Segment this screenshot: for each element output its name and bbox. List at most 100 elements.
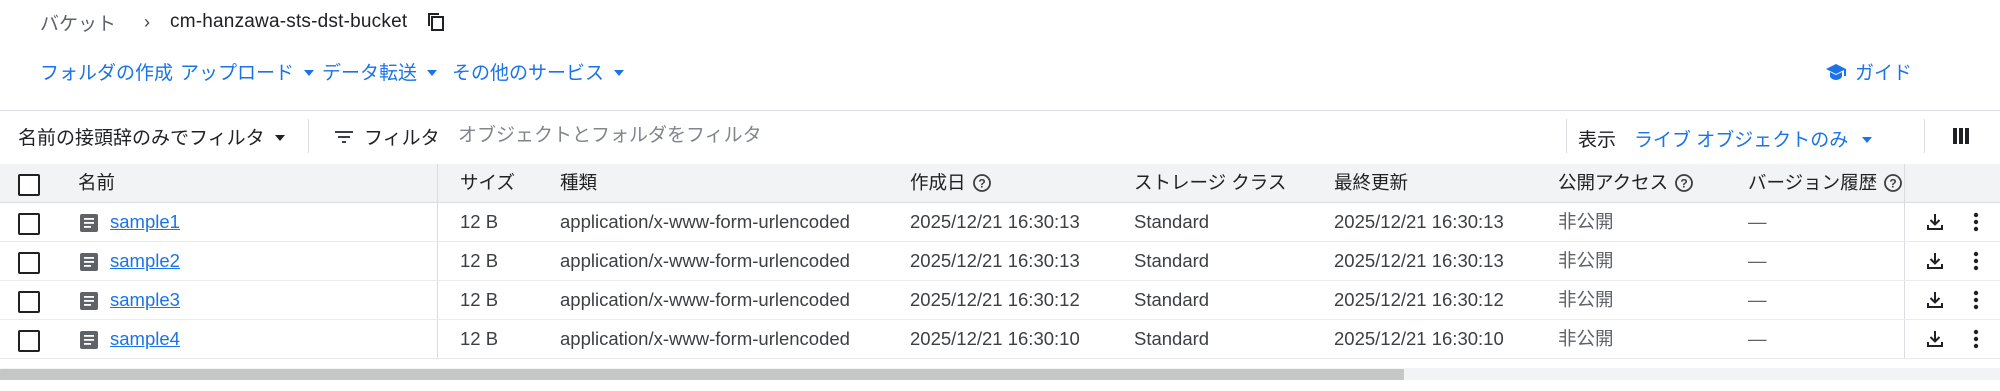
file-icon bbox=[79, 213, 99, 233]
filter-input[interactable] bbox=[456, 119, 1060, 153]
object-name-link[interactable]: sample2 bbox=[110, 242, 180, 280]
object-version-history: — bbox=[1748, 250, 1767, 271]
filter-separator bbox=[308, 119, 309, 153]
select-all-checkbox[interactable] bbox=[18, 174, 40, 196]
header-updated-label: 最終更新 bbox=[1334, 172, 1409, 193]
column-separator bbox=[437, 242, 438, 280]
file-icon bbox=[79, 291, 99, 311]
help-icon[interactable]: ? bbox=[1674, 173, 1694, 193]
object-size: 12 B bbox=[460, 289, 499, 310]
table-row[interactable]: sample1 12 B application/x-www-form-urle… bbox=[0, 203, 2000, 242]
object-created: 2025/12/21 16:30:13 bbox=[910, 211, 1080, 232]
objects-table: 名前 サイズ 種類 作成日 ? ストレージ クラス 最終更新 公開アクセス ? … bbox=[0, 164, 2000, 359]
object-created: 2025/12/21 16:30:12 bbox=[910, 289, 1080, 310]
more-vert-icon[interactable] bbox=[1972, 251, 1980, 271]
other-services-label: その他のサービス bbox=[452, 63, 605, 84]
help-icon[interactable]: ? bbox=[972, 173, 992, 193]
object-name-link[interactable]: sample3 bbox=[110, 281, 180, 319]
header-created[interactable]: 作成日 ? bbox=[910, 164, 992, 202]
header-version-history[interactable]: バージョン履歴 ? bbox=[1748, 164, 1903, 202]
header-storage-class[interactable]: ストレージ クラス bbox=[1134, 164, 1286, 202]
column-separator bbox=[437, 320, 438, 358]
chevron-down-icon bbox=[427, 69, 438, 76]
prefix-filter-dropdown[interactable]: 名前の接頭辞のみでフィルタ bbox=[18, 123, 285, 150]
column-separator bbox=[437, 164, 438, 202]
column-separator bbox=[1904, 242, 1905, 280]
breadcrumb-buckets-link[interactable]: バケット bbox=[40, 9, 116, 36]
table-row[interactable]: sample3 12 B application/x-www-form-urle… bbox=[0, 281, 2000, 320]
guide-button[interactable]: ガイド bbox=[1825, 58, 1912, 85]
svg-text:?: ? bbox=[978, 177, 985, 191]
column-separator bbox=[1904, 164, 1905, 202]
file-icon bbox=[79, 252, 99, 272]
breadcrumb-separator: › bbox=[144, 11, 151, 32]
header-version-history-label: バージョン履歴 bbox=[1748, 172, 1878, 193]
object-public-access: 非公開 bbox=[1558, 289, 1614, 310]
more-vert-icon[interactable] bbox=[1972, 290, 1980, 310]
object-version-history: — bbox=[1748, 289, 1767, 310]
download-icon[interactable] bbox=[1925, 251, 1945, 271]
header-public-access-label: 公開アクセス bbox=[1558, 172, 1669, 193]
table-row[interactable]: sample4 12 B application/x-www-form-urle… bbox=[0, 320, 2000, 359]
object-storage-class: Standard bbox=[1134, 289, 1210, 310]
object-view-dropdown[interactable]: ライブ オブジェクトのみ bbox=[1634, 125, 1873, 152]
create-folder-button[interactable]: フォルダの作成 bbox=[40, 58, 173, 85]
row-checkbox[interactable] bbox=[18, 291, 40, 313]
other-services-button[interactable]: その他のサービス bbox=[452, 58, 625, 85]
create-folder-label: フォルダの作成 bbox=[40, 63, 174, 84]
more-vert-icon[interactable] bbox=[1972, 329, 1980, 349]
header-public-access[interactable]: 公開アクセス ? bbox=[1558, 164, 1694, 202]
object-view-value: ライブ オブジェクトのみ bbox=[1634, 130, 1849, 151]
object-storage-class: Standard bbox=[1134, 328, 1210, 349]
chevron-down-icon bbox=[614, 69, 625, 76]
chevron-down-icon bbox=[304, 69, 315, 76]
column-separator bbox=[1904, 203, 1905, 241]
copy-icon[interactable] bbox=[425, 11, 447, 33]
object-storage-class: Standard bbox=[1134, 211, 1210, 232]
show-label: 表示 bbox=[1578, 130, 1617, 151]
breadcrumb: バケット › cm-hanzawa-sts-dst-bucket bbox=[40, 8, 447, 36]
object-public-access: 非公開 bbox=[1558, 328, 1614, 349]
header-updated[interactable]: 最終更新 bbox=[1334, 164, 1408, 202]
object-public-access: 非公開 bbox=[1558, 211, 1614, 232]
column-separator bbox=[1904, 320, 1905, 358]
header-type[interactable]: 種類 bbox=[560, 164, 597, 202]
guide-label: ガイド bbox=[1854, 63, 1912, 84]
object-type: application/x-www-form-urlencoded bbox=[560, 250, 850, 271]
object-name-link[interactable]: sample4 bbox=[110, 320, 180, 358]
object-type: application/x-www-form-urlencoded bbox=[560, 289, 850, 310]
show-separator bbox=[1566, 119, 1567, 153]
object-name-link[interactable]: sample1 bbox=[110, 203, 180, 241]
horizontal-scrollbar-thumb[interactable] bbox=[0, 369, 1404, 380]
row-checkbox[interactable] bbox=[18, 213, 40, 235]
row-checkbox[interactable] bbox=[18, 252, 40, 274]
header-name[interactable]: 名前 bbox=[78, 164, 115, 202]
filter-bar: 名前の接頭辞のみでフィルタ フィルタ 表示 ライブ オブジェクトのみ bbox=[0, 111, 2000, 163]
download-icon[interactable] bbox=[1925, 212, 1945, 232]
column-separator bbox=[437, 281, 438, 319]
density-separator bbox=[1924, 119, 1925, 153]
object-updated: 2025/12/21 16:30:12 bbox=[1334, 289, 1504, 310]
object-size: 12 B bbox=[460, 211, 499, 232]
header-type-label: 種類 bbox=[560, 172, 598, 193]
filter-list-icon bbox=[334, 129, 354, 145]
help-icon[interactable]: ? bbox=[1883, 173, 1903, 193]
table-body: sample1 12 B application/x-www-form-urle… bbox=[0, 203, 2000, 359]
header-name-label: 名前 bbox=[78, 172, 116, 193]
header-created-label: 作成日 bbox=[910, 172, 966, 193]
more-vert-icon[interactable] bbox=[1972, 212, 1980, 232]
data-transfer-button[interactable]: データ転送 bbox=[322, 58, 438, 85]
table-row[interactable]: sample2 12 B application/x-www-form-urle… bbox=[0, 242, 2000, 281]
filter-label: フィルタ bbox=[364, 128, 440, 149]
table-header: 名前 サイズ 種類 作成日 ? ストレージ クラス 最終更新 公開アクセス ? … bbox=[0, 164, 2000, 203]
column-display-icon[interactable] bbox=[1952, 127, 1970, 150]
object-version-history: — bbox=[1748, 328, 1767, 349]
download-icon[interactable] bbox=[1925, 329, 1945, 349]
object-size: 12 B bbox=[460, 250, 499, 271]
object-size: 12 B bbox=[460, 328, 499, 349]
header-size[interactable]: サイズ bbox=[460, 164, 515, 202]
download-icon[interactable] bbox=[1925, 290, 1945, 310]
upload-button[interactable]: アップロード bbox=[180, 58, 315, 85]
filter-button[interactable]: フィルタ bbox=[334, 123, 440, 150]
row-checkbox[interactable] bbox=[18, 330, 40, 352]
